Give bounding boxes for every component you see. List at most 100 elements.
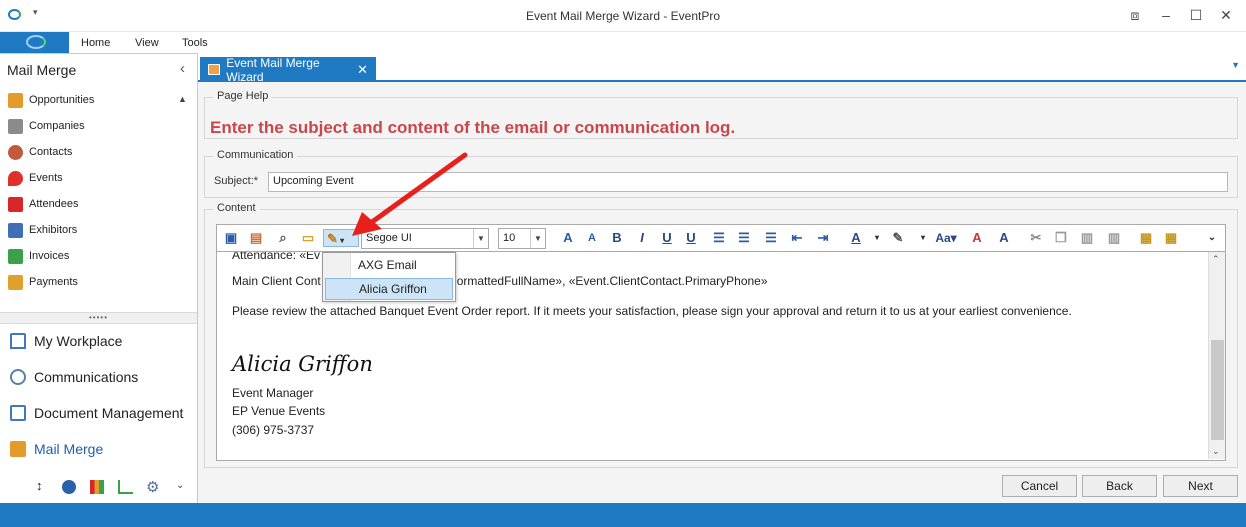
- insert-field-icon[interactable]: ▦: [1137, 229, 1155, 247]
- italic-icon[interactable]: I: [633, 229, 651, 247]
- sidebar-item-payments[interactable]: Payments: [8, 272, 78, 292]
- content-legend: Content: [213, 202, 260, 214]
- toolbar-overflow-icon[interactable]: ⌄: [1203, 229, 1221, 247]
- double-underline-icon[interactable]: U: [682, 229, 700, 247]
- tab-list-dropdown-icon[interactable]: ▼: [1231, 60, 1240, 70]
- font-size-select[interactable]: 10 ▼: [498, 228, 546, 249]
- bold-icon[interactable]: B: [608, 229, 626, 247]
- signature: Alicia Griffon: [232, 352, 373, 376]
- line-chart-icon[interactable]: [118, 480, 133, 494]
- back-button[interactable]: Back: [1082, 475, 1157, 497]
- communication-group: Communication Subject:* Upcoming Event: [204, 149, 1238, 198]
- font-dialog-icon[interactable]: A: [995, 229, 1013, 247]
- menu-item-axg-email[interactable]: AXG Email: [325, 254, 453, 276]
- pane-splitter[interactable]: •••••: [0, 312, 197, 324]
- document-icon: [10, 405, 26, 421]
- numbering-icon[interactable]: ☰: [735, 229, 753, 247]
- preview-icon[interactable]: ⌕: [274, 229, 292, 247]
- cut-icon[interactable]: ✂: [1027, 229, 1045, 247]
- globe-icon[interactable]: [62, 480, 76, 494]
- paste-special-icon[interactable]: ▥: [1105, 229, 1123, 247]
- nav-my-workplace[interactable]: My Workplace: [10, 333, 122, 349]
- save-icon[interactable]: ▣: [222, 229, 240, 247]
- home-icon: [10, 333, 26, 349]
- subject-input[interactable]: Upcoming Event: [268, 172, 1228, 192]
- maximize-button[interactable]: ☐: [1182, 4, 1210, 26]
- close-button[interactable]: ✕: [1212, 4, 1240, 26]
- editor-line: Please review the attached Banquet Event…: [232, 304, 1072, 318]
- navigation-pane: Mail Merge ‹ Opportunities ▲ Companies C…: [0, 53, 198, 503]
- vertical-scrollbar[interactable]: ⌃ ⌄: [1208, 252, 1225, 459]
- scroll-up-icon[interactable]: ▲: [178, 94, 187, 104]
- attendees-icon: [8, 196, 23, 212]
- mail-merge-icon: [10, 441, 26, 457]
- sidebar-item-events[interactable]: Events: [8, 168, 63, 188]
- sidebar-item-companies[interactable]: Companies: [8, 116, 85, 136]
- increase-indent-icon[interactable]: ⇥: [814, 229, 832, 247]
- decrease-indent-icon[interactable]: ⇤: [788, 229, 806, 247]
- copy-icon[interactable]: ❐: [1052, 229, 1070, 247]
- payments-icon: [8, 274, 23, 290]
- clear-formatting-icon[interactable]: A: [968, 229, 986, 247]
- editor-line: Attendance: «Ev: [232, 252, 321, 262]
- menu-item-alicia-griffon[interactable]: Alicia Griffon: [325, 278, 453, 300]
- nav-communications[interactable]: Communications: [10, 369, 138, 385]
- companies-icon: [8, 118, 23, 134]
- gear-icon[interactable]: ⚙: [146, 478, 159, 496]
- sidebar-item-attendees[interactable]: Attendees: [8, 194, 79, 214]
- font-color-icon[interactable]: A: [847, 229, 865, 247]
- change-case-icon[interactable]: Aa▾: [933, 229, 959, 247]
- minimize-button[interactable]: –: [1152, 4, 1180, 26]
- editor-line: Event Manager: [232, 386, 314, 400]
- scrollbar-thumb[interactable]: [1211, 340, 1224, 440]
- next-button[interactable]: Next: [1163, 475, 1238, 497]
- open-folder-icon[interactable]: ▭: [299, 229, 317, 247]
- close-tab-icon[interactable]: ✕: [357, 62, 368, 78]
- wizard-icon: [208, 64, 221, 75]
- collapse-pane-icon[interactable]: ‹: [180, 60, 185, 77]
- scroll-down-icon[interactable]: ⌄: [1212, 446, 1220, 457]
- paste-icon[interactable]: ▥: [1078, 229, 1096, 247]
- tab-event-mail-merge-wizard[interactable]: Event Mail Merge Wizard ✕: [200, 56, 376, 84]
- cancel-button[interactable]: Cancel: [1002, 475, 1077, 497]
- font-family-select[interactable]: Segoe UI ▼: [361, 228, 489, 249]
- opportunities-icon: [8, 92, 23, 108]
- sidebar-item-invoices[interactable]: Invoices: [8, 246, 69, 266]
- nav-document-management[interactable]: Document Management: [10, 405, 183, 421]
- sidebar-item-opportunities[interactable]: Opportunities: [8, 90, 94, 110]
- chevron-down-icon[interactable]: ▾: [914, 229, 932, 247]
- page-help-legend: Page Help: [213, 90, 273, 102]
- ribbon: Home View Tools: [0, 32, 1246, 53]
- app-logo-icon: [26, 35, 46, 49]
- highlight-icon[interactable]: ✎: [889, 229, 907, 247]
- application-menu-button[interactable]: [0, 32, 69, 53]
- sidebar-item-contacts[interactable]: Contacts: [8, 142, 72, 162]
- editor-toolbar: ▣ ▤ ⌕ ▭ ✎ ▾ Segoe UI ▼ 10 ▼ A A B I U U …: [216, 224, 1226, 252]
- chevron-down-icon: ▼: [473, 229, 488, 248]
- chevron-down-icon[interactable]: ⌄: [176, 480, 184, 491]
- sort-icon[interactable]: ↕: [36, 478, 43, 493]
- chevron-down-icon[interactable]: ▾: [868, 229, 886, 247]
- underline-icon[interactable]: U: [658, 229, 676, 247]
- contacts-icon: [8, 144, 23, 160]
- grow-font-icon[interactable]: A: [559, 229, 577, 247]
- multilevel-list-icon[interactable]: ☰: [762, 229, 780, 247]
- tab-view[interactable]: View: [135, 37, 159, 49]
- tab-home[interactable]: Home: [81, 37, 110, 49]
- shrink-font-icon[interactable]: A: [583, 229, 601, 247]
- page-help-message: Enter the subject and content of the ema…: [210, 118, 736, 137]
- signature-dropdown-menu: AXG Email Alicia Griffon: [322, 252, 456, 302]
- scroll-up-icon[interactable]: ⌃: [1212, 254, 1220, 265]
- sidebar-item-exhibitors[interactable]: Exhibitors: [8, 220, 77, 240]
- page-help-group: Page Help Enter the subject and content …: [204, 90, 1238, 139]
- restore-layout-icon[interactable]: ⧈: [1121, 4, 1149, 26]
- pushpin-icon: [8, 170, 23, 186]
- bullets-icon[interactable]: ☰: [710, 229, 728, 247]
- insert-signature-dropdown[interactable]: ✎ ▾: [323, 229, 359, 247]
- insert-document-icon[interactable]: ▤: [247, 229, 265, 247]
- bar-chart-icon[interactable]: [90, 480, 104, 494]
- tab-tools[interactable]: Tools: [182, 37, 208, 49]
- nav-mail-merge[interactable]: Mail Merge: [10, 441, 103, 457]
- editor-line: Main Client Cont ct.FormattedFullName», «…: [232, 274, 768, 288]
- insert-image-icon[interactable]: ▦: [1162, 229, 1180, 247]
